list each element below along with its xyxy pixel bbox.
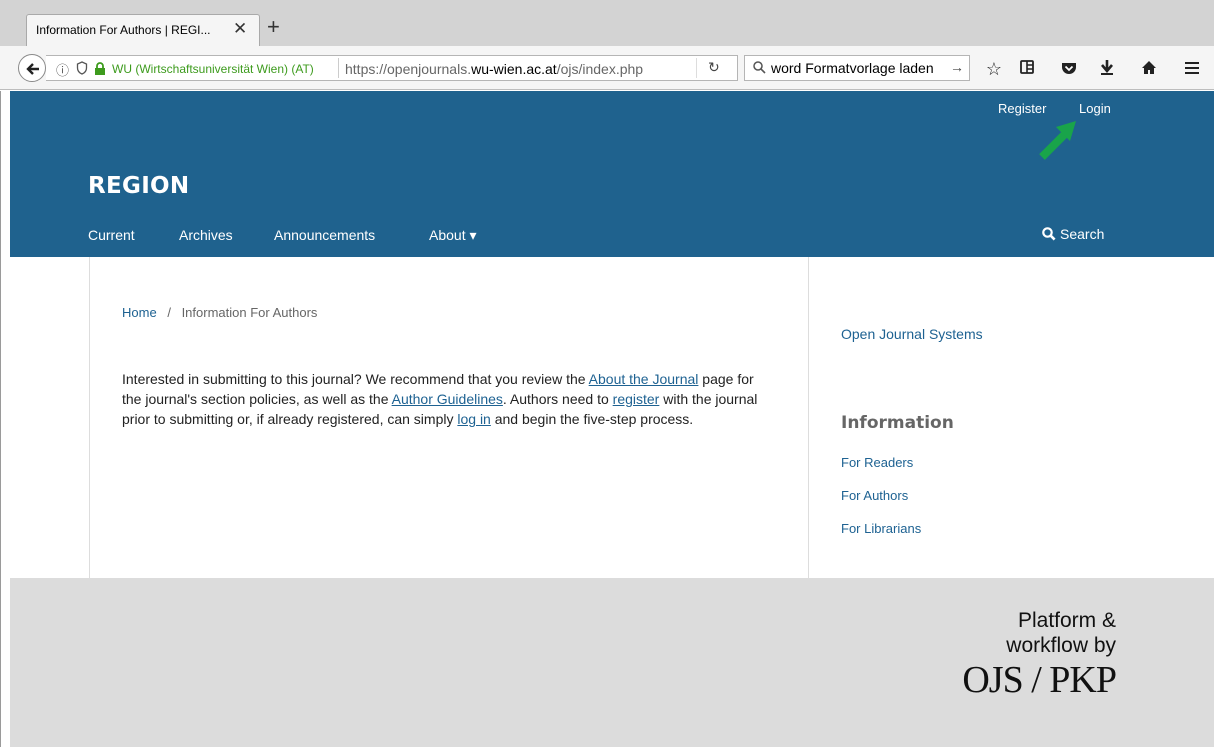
site-title[interactable]: REGION	[88, 173, 189, 199]
url-prefix: https://openjournals.	[345, 61, 472, 77]
breadcrumb: Home / Information For Authors	[122, 305, 317, 320]
ojs-pkp-logo: OJS / PKP	[962, 659, 1117, 701]
bookmarks-menu-icon[interactable]	[1017, 59, 1037, 79]
breadcrumb-current: Information For Authors	[181, 305, 318, 320]
tracking-shield-icon[interactable]	[76, 61, 88, 75]
intro-paragraph: Interested in submitting to this journal…	[122, 369, 772, 429]
browser-tabstrip: Information For Authors | REGI... ✕ +	[0, 0, 1214, 46]
open-journal-systems-link[interactable]: Open Journal Systems	[841, 326, 983, 342]
pkp-brand-link[interactable]: Platform & workflow by OJS / PKP	[940, 608, 1117, 702]
lock-icon[interactable]	[94, 62, 106, 75]
pkp-line-2: workflow by	[1006, 634, 1116, 657]
information-heading: Information	[841, 413, 954, 433]
download-arrow-icon	[1101, 60, 1113, 75]
window-left-edge	[0, 91, 10, 747]
home-shape-icon	[1142, 61, 1156, 74]
tab-title: Information For Authors | REGI...	[36, 23, 211, 37]
bookmark-star-icon[interactable]: ☆	[984, 59, 1004, 79]
register-inline-link[interactable]: register	[613, 391, 660, 407]
menu-lines-icon	[1185, 62, 1199, 74]
pocket-shape-icon	[1062, 63, 1076, 74]
site-identity[interactable]: WU (Wirtschaftsuniversität Wien) (AT)	[112, 62, 314, 76]
search-query: word Formatvorlage laden	[771, 60, 934, 76]
url-bar[interactable]: ⓘ WU (Wirtschaftsuniversität Wien) (AT) …	[46, 55, 738, 81]
url-text[interactable]: https://openjournals.wu-wien.ac.at/ojs/i…	[345, 61, 690, 77]
pocket-icon[interactable]	[1059, 59, 1079, 79]
for-librarians-link[interactable]: For Librarians	[841, 521, 921, 536]
about-journal-link[interactable]: About the Journal	[589, 371, 699, 387]
main-content: Home / Information For Authors Intereste…	[89, 257, 809, 578]
search-go-icon[interactable]: →	[950, 59, 964, 75]
back-arrow-icon	[26, 63, 39, 75]
for-authors-link[interactable]: For Authors	[841, 488, 908, 503]
close-tab-icon[interactable]: ✕	[233, 19, 247, 39]
browser-navbar: ⓘ WU (Wirtschaftsuniversität Wien) (AT) …	[0, 46, 1214, 90]
url-suffix: /ojs/index.php	[556, 61, 644, 77]
intro-text-1: Interested in submitting to this journal…	[122, 371, 589, 387]
register-link[interactable]: Register	[998, 101, 1046, 116]
pkp-line-1: Platform &	[1017, 609, 1116, 632]
reload-icon[interactable]: ↻	[708, 59, 720, 76]
sidebar: Open Journal Systems Information For Rea…	[841, 257, 1141, 578]
browser-tab[interactable]: Information For Authors | REGI... ✕	[26, 14, 260, 46]
info-icon[interactable]: ⓘ	[56, 60, 69, 79]
site-footer: Platform & workflow by OJS / PKP	[10, 578, 1214, 747]
nav-current[interactable]: Current	[88, 227, 135, 243]
login-link[interactable]: Login	[1079, 101, 1111, 116]
home-icon[interactable]	[1139, 59, 1159, 79]
new-tab-button[interactable]: +	[267, 16, 280, 38]
author-guidelines-link[interactable]: Author Guidelines	[392, 391, 503, 407]
search-link[interactable]: Search	[1042, 226, 1104, 242]
library-icon	[1020, 60, 1034, 74]
url-divider	[338, 58, 339, 78]
browser-search-bar[interactable]: word Formatvorlage laden →	[744, 55, 970, 81]
for-readers-link[interactable]: For Readers	[841, 455, 913, 470]
nav-about[interactable]: About ▾	[429, 227, 477, 244]
login-inline-link[interactable]: log in	[457, 411, 490, 427]
search-icon	[753, 61, 766, 74]
back-button[interactable]	[18, 54, 46, 82]
url-domain: wu-wien.ac.at	[471, 61, 557, 77]
breadcrumb-home[interactable]: Home	[122, 305, 157, 320]
annotation-arrow-icon	[1039, 121, 1076, 160]
breadcrumb-separator: /	[167, 305, 171, 320]
downloads-icon[interactable]	[1097, 59, 1117, 79]
nav-announcements[interactable]: Announcements	[274, 227, 375, 243]
intro-text-5: and begin the five-step process.	[490, 411, 694, 427]
nav-archives[interactable]: Archives	[179, 227, 233, 243]
intro-text-3: . Authors need to	[502, 391, 613, 407]
site-header: Register Login REGION Current Archives A…	[10, 91, 1214, 257]
hamburger-menu-icon[interactable]	[1182, 59, 1202, 79]
reload-divider	[696, 58, 697, 78]
search-icon	[1042, 227, 1056, 241]
search-label: Search	[1060, 226, 1105, 242]
